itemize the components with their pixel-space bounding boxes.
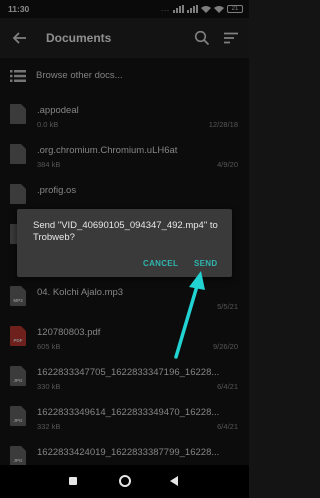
nav-bar xyxy=(0,465,249,498)
send-button[interactable]: SEND xyxy=(194,259,217,268)
dialog-message: Send "VID_40690105_094347_492.mp4" to Tr… xyxy=(33,220,218,243)
send-confirm-dialog: Send "VID_40690105_094347_492.mp4" to Tr… xyxy=(17,209,232,277)
cancel-button[interactable]: CANCEL xyxy=(143,259,178,268)
recent-apps-icon[interactable] xyxy=(69,477,77,485)
back-icon[interactable] xyxy=(170,476,178,486)
home-icon[interactable] xyxy=(119,475,131,487)
